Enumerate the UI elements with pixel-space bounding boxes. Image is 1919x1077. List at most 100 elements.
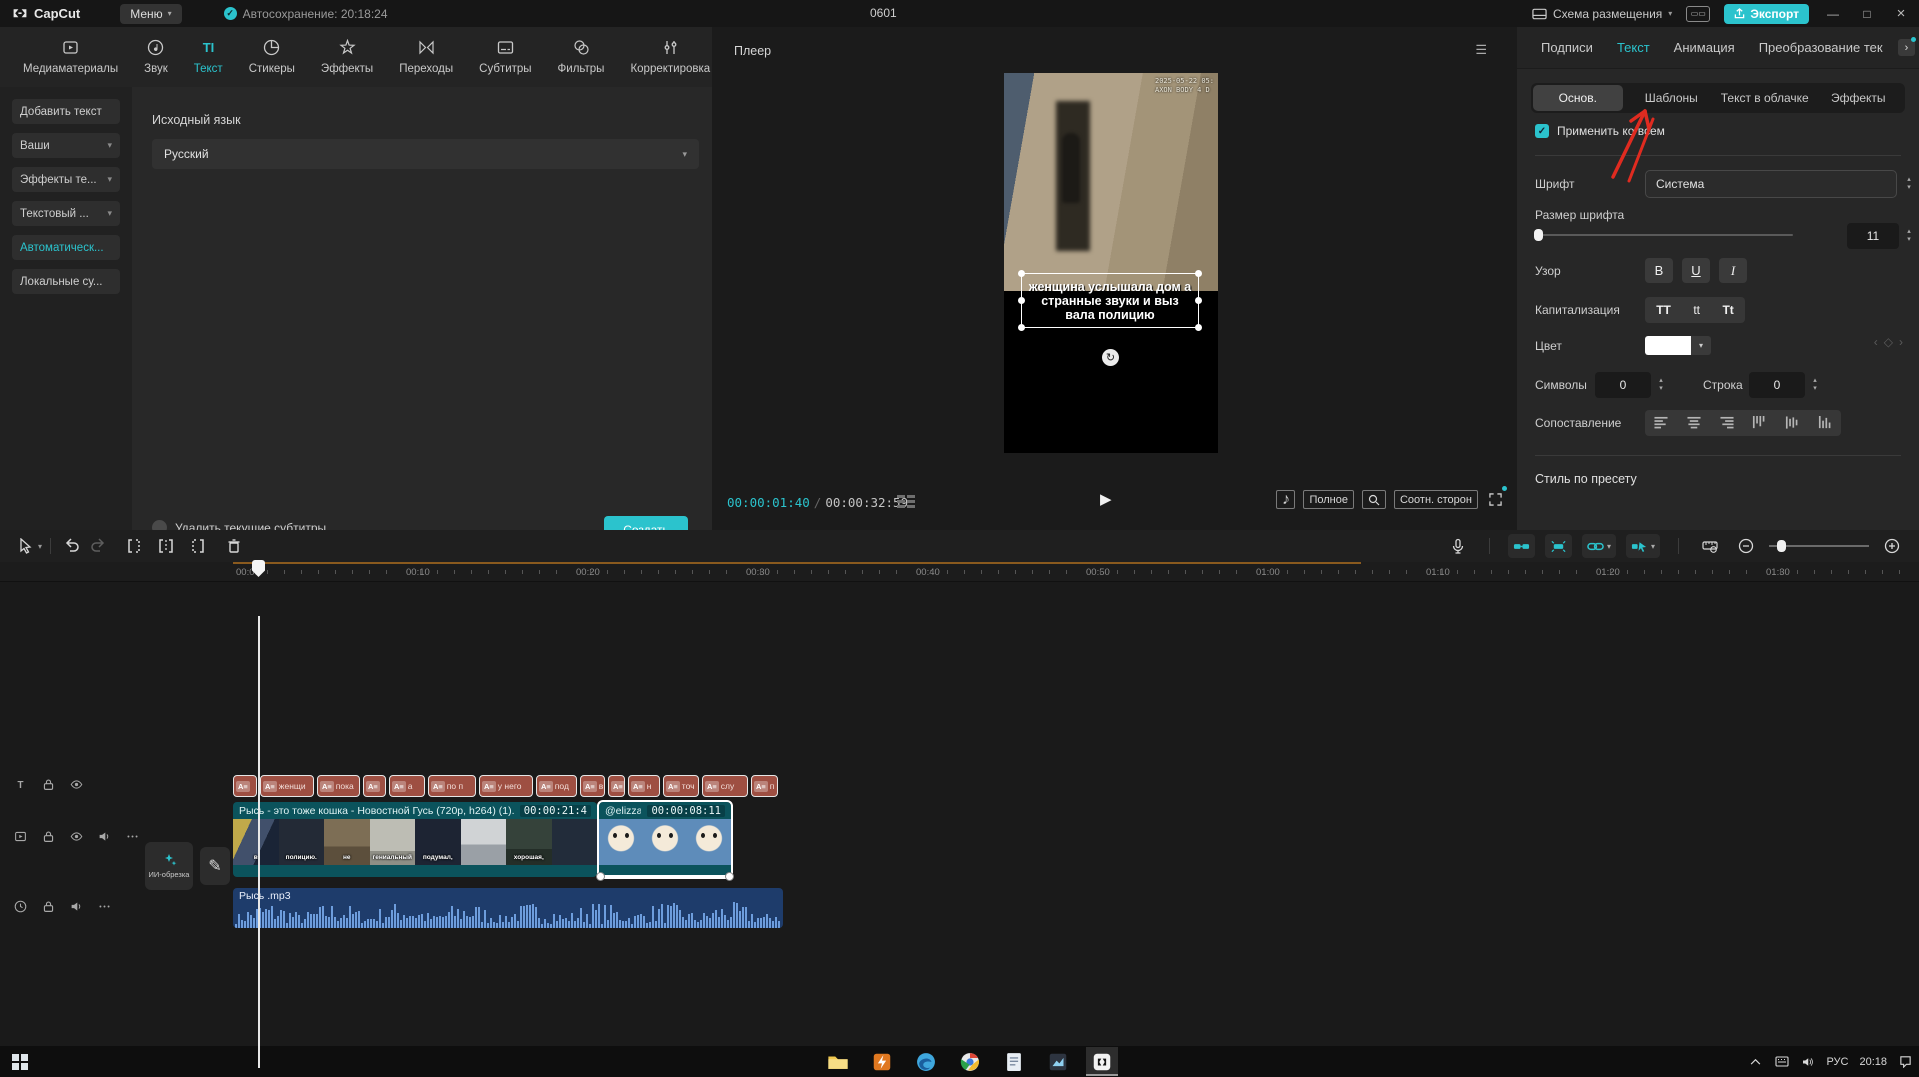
layout-scheme-button[interactable]: Схема размещения ▾: [1532, 7, 1672, 21]
text-segment[interactable]: A≡: [363, 775, 386, 797]
sidebar-item-1[interactable]: Ваши ▾: [12, 133, 120, 158]
text-segment[interactable]: A≡ а: [389, 775, 425, 797]
visibility-icon[interactable]: [70, 830, 86, 846]
restore-button[interactable]: □: [1857, 7, 1877, 21]
record-voiceover-button[interactable]: [1445, 535, 1471, 557]
caps-lower-button[interactable]: tt: [1693, 303, 1700, 317]
timeline-ruler[interactable]: 00:00 00:10 00:20 00:30 00:40 00:50 01:00 01:10…: [0, 562, 1919, 582]
minimize-button[interactable]: —: [1823, 7, 1843, 21]
playhead-line[interactable]: [258, 616, 260, 1068]
text-subtab-2[interactable]: Текст в облачке: [1720, 85, 1810, 111]
audio-preview-icon[interactable]: ♪: [1276, 486, 1507, 509]
touch-keyboard-icon[interactable]: [1774, 1054, 1789, 1069]
sidebar-item-0[interactable]: Добавить текст: [12, 99, 120, 124]
play-button[interactable]: ▶: [1100, 490, 1112, 508]
player-menu-icon[interactable]: ☰: [1475, 42, 1487, 58]
text-subtab-0[interactable]: Основ.: [1533, 85, 1623, 111]
text-subtab-1[interactable]: Шаблоны: [1627, 85, 1717, 111]
start-button[interactable]: [12, 1053, 28, 1070]
visibility-icon[interactable]: [70, 778, 86, 794]
taskbar-app-chrome[interactable]: [954, 1047, 986, 1076]
select-tool-button[interactable]: [12, 535, 38, 557]
line-value[interactable]: 0: [1749, 372, 1805, 398]
tabs-overflow-button[interactable]: ›: [1898, 37, 1916, 56]
subtitle-selection-box[interactable]: женщина услышала дом а странные звуки и …: [1018, 270, 1202, 331]
split-button[interactable]: [153, 535, 179, 557]
apply-all-checkbox[interactable]: ✓: [1535, 124, 1549, 138]
video-preview[interactable]: 2025-05-22 05: AXON BODY 4 D женщина усл…: [1004, 73, 1218, 453]
text-segment[interactable]: A≡ п: [751, 775, 778, 797]
export-button[interactable]: Экспорт: [1724, 3, 1809, 24]
edit-text-button[interactable]: ✎: [200, 847, 230, 885]
color-swatch[interactable]: [1645, 336, 1691, 355]
subtitle-text[interactable]: женщина услышала дом а странные звуки и …: [1025, 280, 1195, 322]
text-segment[interactable]: A≡ женщи: [260, 775, 314, 797]
select-tool-caret[interactable]: ▾: [38, 542, 42, 551]
text-segment[interactable]: A≡: [608, 775, 625, 797]
media-tab-text[interactable]: TI Текст: [181, 39, 236, 75]
text-segment[interactable]: A≡ под: [536, 775, 577, 797]
valign-bottom-icon[interactable]: [1817, 416, 1833, 430]
zoom-out-button[interactable]: [1733, 535, 1759, 557]
resize-handle-mr[interactable]: [1195, 297, 1202, 304]
tray-expand-icon[interactable]: [1748, 1054, 1763, 1069]
caps-upper-button[interactable]: TT: [1656, 303, 1671, 317]
resize-handle-bl[interactable]: [1018, 324, 1025, 331]
more-options-icon[interactable]: [98, 900, 114, 916]
lock-icon[interactable]: [42, 778, 58, 794]
audio-track-icon[interactable]: [14, 900, 30, 916]
media-tab-adjust[interactable]: Корректировка: [617, 39, 723, 75]
text-segment[interactable]: A≡ н: [628, 775, 660, 797]
slider-handle[interactable]: [1777, 540, 1786, 552]
media-tab-media[interactable]: Медиаматериалы: [10, 39, 131, 75]
media-tab-filters[interactable]: Фильтры: [545, 39, 618, 75]
text-subtab-3[interactable]: Эффекты: [1814, 85, 1904, 111]
preview-snap-toggle[interactable]: ▾: [1625, 534, 1660, 558]
sidebar-item-4[interactable]: Автоматическ...: [12, 235, 120, 260]
video-track-icon[interactable]: [14, 830, 30, 846]
aspect-ratio-button[interactable]: Соотн. сторон: [1393, 490, 1478, 509]
font-size-value[interactable]: 11: [1847, 223, 1899, 249]
media-tab-fx[interactable]: Эффекты: [308, 38, 386, 75]
media-tab-captions[interactable]: Субтитры: [466, 39, 544, 75]
auto-ripple-toggle[interactable]: [1544, 534, 1572, 558]
timeline-scale-button[interactable]: [1697, 535, 1723, 557]
text-segment[interactable]: A≡ слу: [702, 775, 748, 797]
resize-handle-ml[interactable]: [1018, 297, 1025, 304]
menu-button[interactable]: Меню ▾: [120, 3, 182, 24]
keyframe-controls[interactable]: ‹◇›: [1874, 335, 1909, 349]
linking-toggle[interactable]: ▾: [1581, 534, 1616, 558]
valign-top-icon[interactable]: [1751, 416, 1767, 430]
fullscreen-icon[interactable]: [1486, 490, 1505, 509]
taskbar-app-notepad[interactable]: [998, 1047, 1030, 1076]
chars-stepper[interactable]: ▴ ▾: [1653, 372, 1669, 398]
taskbar-app-edge[interactable]: [910, 1047, 942, 1076]
properties-tab-3[interactable]: Преобразование тек: [1759, 40, 1883, 55]
notification-icon[interactable]: [1898, 1054, 1913, 1069]
more-options-icon[interactable]: [126, 830, 142, 846]
lock-icon[interactable]: [42, 900, 58, 916]
text-segment[interactable]: A≡ у него: [479, 775, 533, 797]
media-tab-transition[interactable]: Переходы: [386, 39, 466, 75]
delete-button[interactable]: [221, 535, 247, 557]
italic-button[interactable]: I: [1719, 258, 1747, 283]
zoom-in-button[interactable]: [1879, 535, 1905, 557]
text-segment[interactable]: A≡ в: [580, 775, 605, 797]
properties-tab-1[interactable]: Текст: [1617, 40, 1650, 55]
language-select[interactable]: Русский ▾: [152, 139, 699, 169]
ai-crop-button[interactable]: ИИ-обрезка: [145, 842, 193, 890]
text-segment[interactable]: A≡ пока: [317, 775, 360, 797]
magnetic-snap-toggle[interactable]: [1507, 534, 1535, 558]
line-stepper[interactable]: ▴ ▾: [1807, 372, 1823, 398]
align-right-icon[interactable]: [1719, 416, 1735, 430]
align-center-icon[interactable]: [1686, 416, 1702, 430]
text-track-icon[interactable]: T: [14, 778, 30, 794]
align-left-icon[interactable]: [1653, 416, 1669, 430]
captions-toggle-icon[interactable]: ▭▭: [1686, 5, 1711, 22]
close-button[interactable]: ×: [1891, 5, 1911, 22]
taskbar-app-downloader[interactable]: [866, 1047, 898, 1076]
image-clip-selected[interactable]: @elizzanes.jfif 00:00:08:11: [597, 800, 733, 879]
resize-handle-tr[interactable]: [1195, 270, 1202, 277]
sidebar-item-5[interactable]: Локальные су...: [12, 269, 120, 294]
subtitle-list-icon[interactable]: [897, 495, 917, 511]
